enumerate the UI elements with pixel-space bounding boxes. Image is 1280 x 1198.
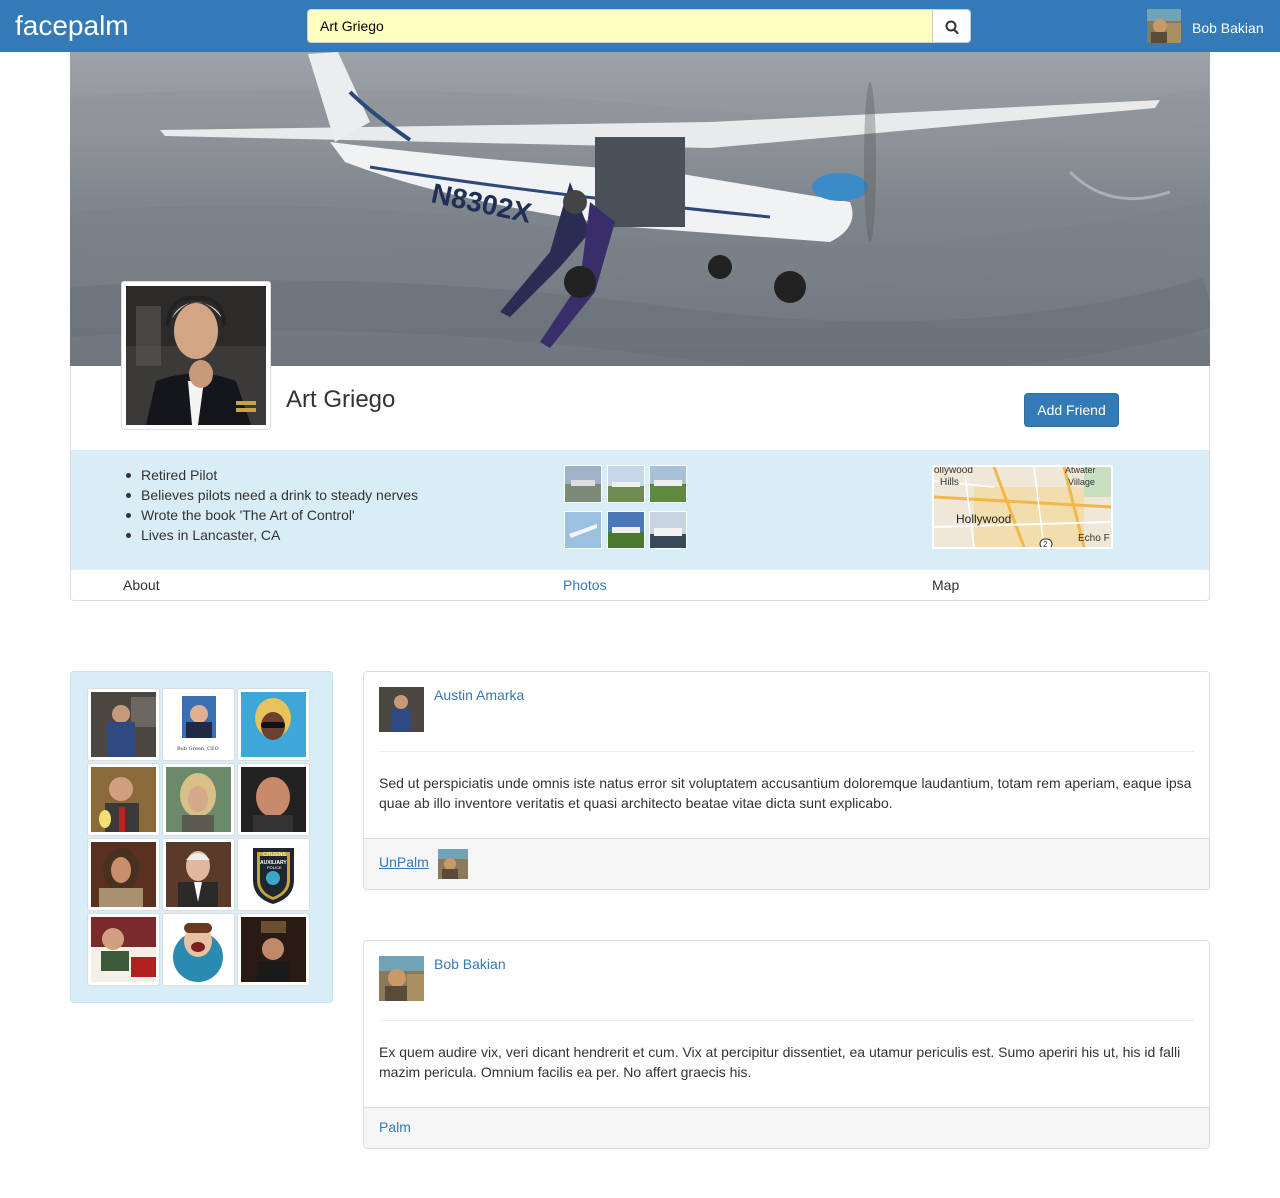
map-label: Village [1068,477,1095,487]
post-card: Bob Bakian Ex quem audire vix, veri dica… [363,940,1210,1149]
map-label: Hollywood [956,512,1011,526]
post-author-name[interactable]: Austin Amarka [434,687,524,703]
user-name[interactable]: Bob Bakian [1192,20,1264,36]
search-icon [945,20,959,35]
friend-caption: Bob Green, CEO [177,746,219,752]
user-avatar[interactable] [1147,9,1181,43]
search-form [307,9,971,43]
friend-avatar[interactable] [87,913,160,986]
palmer-avatar[interactable] [438,849,468,879]
about-item: Wrote the book 'The Art of Control' [123,505,418,525]
photo-thumbnail[interactable] [564,511,602,549]
map-label: Hills [940,477,959,488]
friend-avatar[interactable] [87,838,160,911]
badge-text: CITIZENS [263,852,286,858]
friend-avatar[interactable] [87,688,160,761]
map-label: Echo F [1078,533,1110,544]
map-label: ollywood [934,467,973,476]
post-footer: Palm [364,1107,1209,1148]
palm-link[interactable]: Palm [379,1119,411,1135]
post-body: Ex quem audire vix, veri dicant hendreri… [379,1044,1181,1080]
unpalm-link[interactable]: UnPalm [379,854,429,870]
post-divider [379,751,1194,752]
about-item: Retired Pilot [123,465,418,485]
profile-name: Art Griego [286,386,396,413]
friends-grid: Bob Green, CEO CITIZENS AUXILIARY POLICE [70,671,333,1003]
friend-avatar[interactable] [162,838,235,911]
search-button[interactable] [933,9,971,43]
photo-thumbnail[interactable] [564,465,602,503]
friend-avatar[interactable]: CITIZENS AUXILIARY POLICE [237,838,310,911]
friend-avatar[interactable] [162,913,235,986]
friend-avatar[interactable] [237,688,310,761]
photo-thumbnail[interactable] [649,511,687,549]
post-footer: UnPalm [364,838,1209,889]
map-label: 2 [1043,540,1048,547]
tab-map[interactable]: Map [932,577,959,593]
about-list: Retired Pilot Believes pilots need a dri… [123,465,418,545]
friend-avatar[interactable]: Bob Green, CEO [162,688,235,761]
post-author-avatar[interactable] [379,687,424,732]
map-label: Atwater [1065,467,1096,475]
badge-text: POLICE [267,865,282,870]
friend-avatar[interactable] [237,763,310,836]
tab-photos[interactable]: Photos [563,577,607,593]
post-card: Austin Amarka Sed ut perspiciatis unde o… [363,671,1210,890]
photo-thumbnail[interactable] [649,465,687,503]
photo-thumbnail[interactable] [607,511,645,549]
about-item: Lives in Lancaster, CA [123,525,418,545]
photo-thumbnail[interactable] [607,465,645,503]
post-author-avatar[interactable] [379,956,424,1001]
post-author-name[interactable]: Bob Bakian [434,956,506,972]
about-item: Believes pilots need a drink to steady n… [123,485,418,505]
photo-thumbnails [564,465,688,549]
friend-avatar[interactable] [87,763,160,836]
profile-picture[interactable] [121,281,271,430]
brand-logo[interactable]: facepalm [15,9,129,43]
location-map[interactable]: ollywood Hills Atwater Village Hollywood… [932,465,1113,549]
friend-avatar[interactable] [237,913,310,986]
search-input[interactable] [307,9,933,43]
post-body: Sed ut perspiciatis unde omnis iste natu… [379,775,1192,811]
add-friend-button[interactable]: Add Friend [1024,393,1119,427]
profile-tabs: About Photos Map [71,570,1209,600]
navbar: facepalm Bob Bakian [0,0,1280,52]
post-divider [379,1020,1194,1021]
tab-about[interactable]: About [123,577,160,593]
friend-avatar[interactable] [162,763,235,836]
